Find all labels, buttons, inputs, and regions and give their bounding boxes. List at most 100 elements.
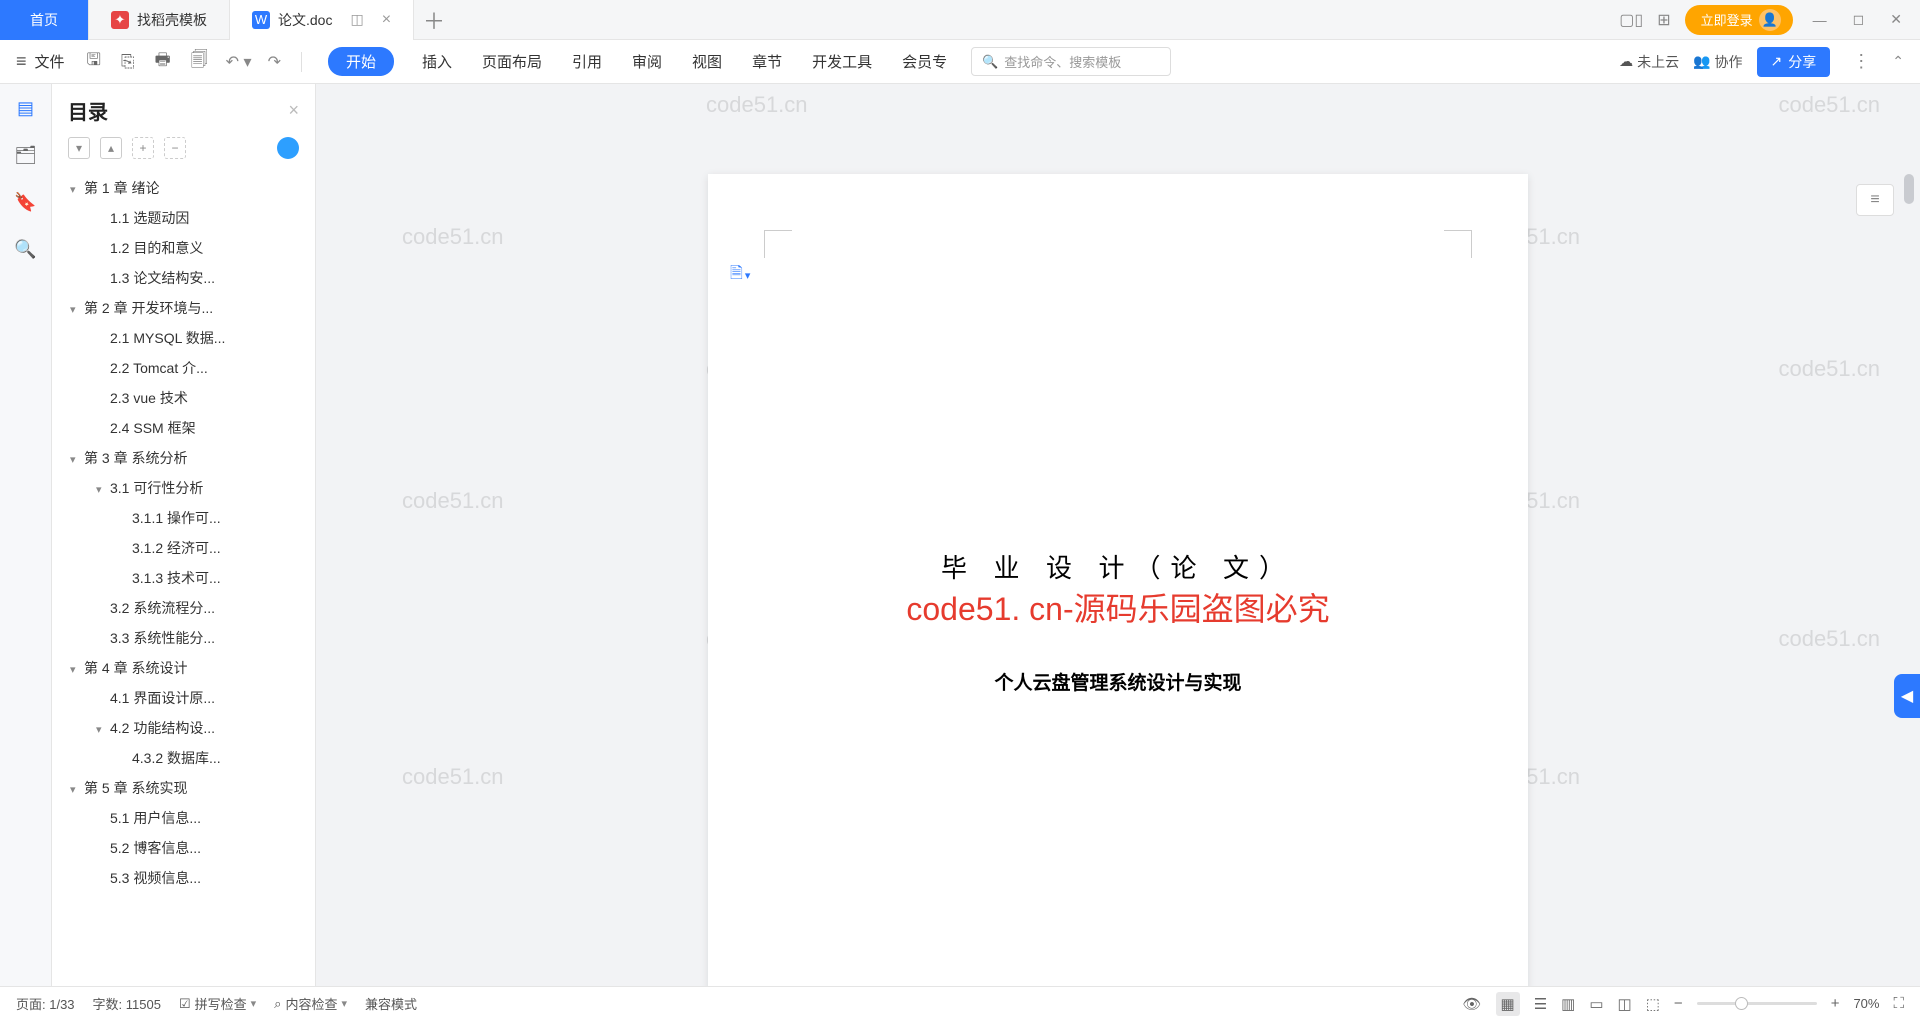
outline-item[interactable]: 5.2 博客信息... (60, 833, 307, 863)
search-placeholder: 查找命令、搜索模板 (1004, 52, 1121, 71)
outline-item[interactable]: ▾第 1 章 绪论 (60, 173, 307, 203)
close-button[interactable]: ✕ (1884, 11, 1908, 28)
outline-item[interactable]: 4.1 界面设计原... (60, 683, 307, 713)
outline-item[interactable]: 2.1 MYSQL 数据... (60, 323, 307, 353)
check-icon: ☑ (179, 996, 191, 1012)
outline-item[interactable]: 3.1.1 操作可... (60, 503, 307, 533)
close-icon[interactable]: × (382, 11, 391, 29)
remove-item-button[interactable]: − (164, 137, 186, 159)
view-web-icon[interactable]: ▥ (1561, 995, 1575, 1013)
apps-icon[interactable]: ⊞ (1657, 10, 1670, 30)
spellcheck-toggle[interactable]: ☑拼写检查 ▾ (179, 994, 256, 1013)
outline-item[interactable]: ▾3.1 可行性分析 (60, 473, 307, 503)
ribbon-tab-section[interactable]: 章节 (750, 47, 784, 76)
page-indicator[interactable]: 页面: 1/33 (16, 994, 75, 1013)
page-options-icon[interactable]: 🗎 ▾ (730, 262, 750, 289)
outline-item[interactable]: ▾第 5 章 系统实现 (60, 773, 307, 803)
login-label: 立即登录 (1701, 10, 1753, 29)
outline-item[interactable]: 2.4 SSM 框架 (60, 413, 307, 443)
scroll-thumb[interactable] (1904, 174, 1914, 204)
outline-item[interactable]: 1.2 目的和意义 (60, 233, 307, 263)
ribbon-tab-layout[interactable]: 页面布局 (480, 47, 544, 76)
tab-document[interactable]: W 论文.doc ◫ × (230, 0, 414, 40)
content-check[interactable]: ⌕内容检查 ▾ (274, 994, 347, 1013)
ribbon-tab-member[interactable]: 会员专 (900, 47, 949, 76)
save-icon[interactable]: 🖫 (81, 47, 107, 76)
layout-icon[interactable]: ▢▯ (1619, 10, 1643, 30)
outline-item[interactable]: 1.3 论文结构安... (60, 263, 307, 293)
expand-all-button[interactable]: ▴ (100, 137, 122, 159)
side-panel-toggle[interactable]: ≡ (1856, 184, 1894, 216)
outline-item[interactable]: 5.3 视频信息... (60, 863, 307, 893)
view-read-icon[interactable]: ▭ (1589, 995, 1603, 1013)
ruler-icon[interactable]: ◫ (1618, 995, 1632, 1013)
redo-button[interactable]: ↷ (264, 52, 285, 72)
document-page[interactable]: 🗎 ▾ 毕 业 设 计（论 文） 个人云盘管理系统设计与实现 (708, 174, 1528, 986)
outline-item[interactable]: 1.1 选题动因 (60, 203, 307, 233)
cloud-icon: ☁ (1619, 53, 1633, 70)
ribbon-tab-insert[interactable]: 插入 (420, 47, 454, 76)
ribbon-tab-reference[interactable]: 引用 (570, 47, 604, 76)
compat-mode[interactable]: 兼容模式 (365, 994, 417, 1013)
collapse-all-button[interactable]: ▾ (68, 137, 90, 159)
collab-icon: 👥 (1693, 53, 1710, 70)
preview-icon[interactable]: 🗐 (185, 47, 214, 76)
outline-item[interactable]: ▾第 3 章 系统分析 (60, 443, 307, 473)
view-page-icon[interactable]: ▦ (1496, 992, 1520, 1016)
word-count[interactable]: 字数: 11505 (93, 994, 161, 1013)
zoom-slider[interactable] (1697, 1002, 1817, 1005)
outline-item[interactable]: ▾第 2 章 开发环境与... (60, 293, 307, 323)
cloud-status[interactable]: ☁未上云 (1619, 52, 1679, 72)
outline-item[interactable]: 3.1.2 经济可... (60, 533, 307, 563)
ribbon-tab-review[interactable]: 审阅 (630, 47, 664, 76)
outline-item[interactable]: 3.2 系统流程分... (60, 593, 307, 623)
file-menu[interactable]: 文件 (35, 51, 65, 72)
outline-item[interactable]: 2.3 vue 技术 (60, 383, 307, 413)
maximize-button[interactable]: ◻ (1847, 11, 1871, 28)
zoom-thumb[interactable] (1735, 997, 1748, 1010)
outline-item[interactable]: 3.3 系统性能分... (60, 623, 307, 653)
ribbon-tab-start[interactable]: 开始 (328, 47, 394, 76)
outline-item[interactable]: 3.1.3 技术可... (60, 563, 307, 593)
ribbon-tabs: 开始 插入 页面布局 引用 审阅 视图 章节 开发工具 会员专 (328, 47, 949, 76)
undo-button[interactable]: ↶ ▾ (222, 52, 256, 72)
ribbon-tab-view[interactable]: 视图 (690, 47, 724, 76)
dual-view-icon[interactable]: ◫ (350, 11, 363, 28)
zoom-out-button[interactable]: − (1674, 995, 1683, 1012)
outline-item[interactable]: 4.3.2 数据库... (60, 743, 307, 773)
collab-button[interactable]: 👥协作 (1693, 52, 1742, 72)
command-search[interactable]: 🔍 查找命令、搜索模板 (971, 47, 1171, 76)
tab-templates[interactable]: ✦ 找稻壳模板 (89, 0, 230, 40)
scrollbar[interactable] (1904, 174, 1916, 986)
ribbon-tab-devtools[interactable]: 开发工具 (810, 47, 874, 76)
view-outline-icon[interactable]: ☰ (1534, 995, 1547, 1013)
minimize-button[interactable]: — (1807, 12, 1833, 28)
outline-item[interactable]: 5.1 用户信息... (60, 803, 307, 833)
search-rail-icon[interactable]: 🔍 (14, 239, 36, 260)
menu-icon[interactable]: ≡ (16, 51, 27, 72)
outline-panel: 目录 × ▾ ▴ + − ▾第 1 章 绪论1.1 选题动因1.2 目的和意义1… (52, 84, 316, 986)
outline-icon[interactable]: ▤ (17, 98, 34, 119)
zoom-in-button[interactable]: + (1831, 995, 1840, 1012)
outline-item[interactable]: 2.2 Tomcat 介... (60, 353, 307, 383)
export-icon[interactable]: ⎘ (115, 52, 141, 72)
outline-item[interactable]: ▾第 4 章 系统设计 (60, 653, 307, 683)
eye-icon[interactable]: 👁 (1462, 995, 1481, 1013)
bookmark-icon[interactable]: 🔖 (14, 192, 36, 213)
close-panel-icon[interactable]: × (288, 100, 299, 121)
new-tab-button[interactable]: ＋ (414, 4, 454, 36)
outline-item[interactable]: ▾4.2 功能结构设... (60, 713, 307, 743)
ai-assistant-icon[interactable] (277, 137, 299, 159)
main-body: ▤ 🗂 🔖 🔍 目录 × ▾ ▴ + − ▾第 1 章 绪论1.1 选题动因1.… (0, 84, 1920, 986)
more-icon[interactable]: ⋮ (1844, 51, 1878, 72)
collapse-ribbon-icon[interactable]: ⌃ (1892, 53, 1904, 70)
login-button[interactable]: 立即登录 👤 (1685, 5, 1793, 35)
print-icon[interactable]: 🖶 (149, 47, 177, 76)
zoom-fit-icon[interactable]: ⬚ (1646, 995, 1660, 1013)
tab-home[interactable]: 首页 (0, 0, 89, 40)
zoom-level[interactable]: 70% (1853, 996, 1879, 1011)
structure-icon[interactable]: 🗂 (14, 145, 37, 166)
share-button[interactable]: ↗分享 (1757, 47, 1831, 77)
add-item-button[interactable]: + (132, 137, 154, 159)
fullscreen-icon[interactable]: ⛶ (1893, 995, 1904, 1012)
